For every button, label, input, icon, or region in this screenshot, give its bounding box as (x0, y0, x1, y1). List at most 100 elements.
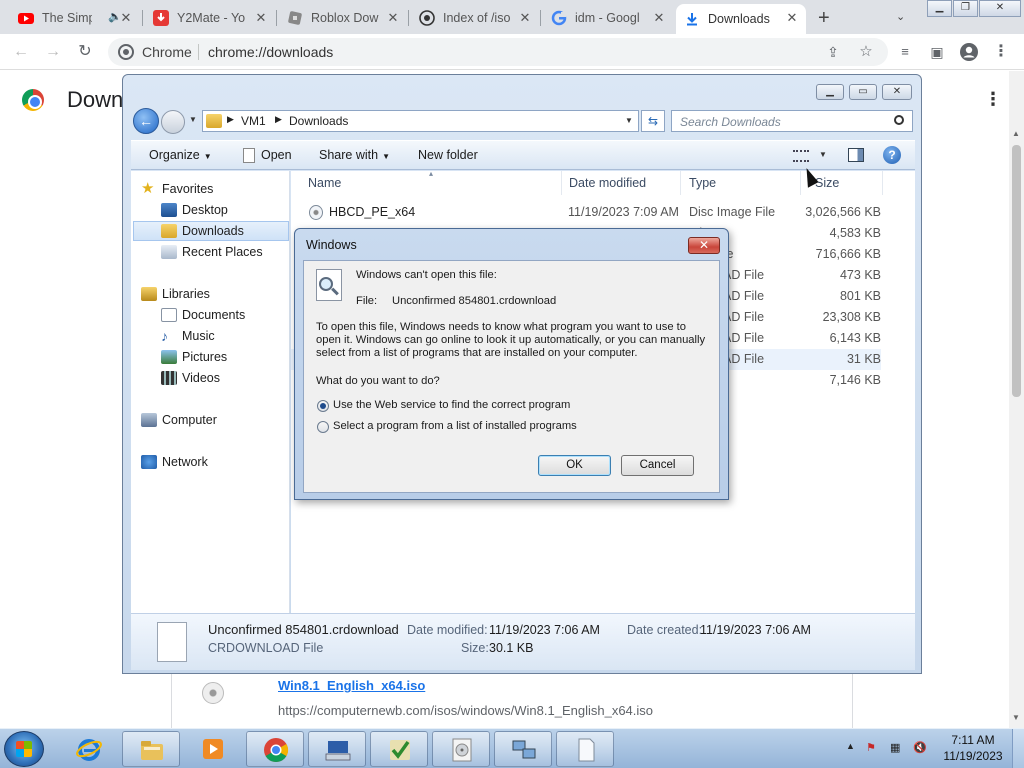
cancel-button[interactable]: Cancel (621, 455, 694, 476)
explorer-refresh-icon[interactable]: ⇆ (641, 110, 665, 132)
tab-close-icon[interactable]: ✕ (784, 10, 800, 26)
nav-computer[interactable]: Computer (141, 410, 297, 430)
nav-libraries[interactable]: Libraries (141, 284, 297, 304)
nav-favorites[interactable]: ★ Favorites (141, 179, 297, 199)
page-scrollbar[interactable]: ▲ ▼ (1009, 71, 1024, 728)
downloads-folder-icon (161, 224, 177, 238)
view-options-icon[interactable] (793, 150, 809, 162)
tab-search-chevron-icon[interactable]: ⌄ (896, 10, 905, 23)
tab-y2mate[interactable]: Y2Mate - Yo ✕ (145, 4, 275, 32)
taskbar-blank-file[interactable] (556, 731, 614, 767)
explorer-forward-button[interactable] (161, 110, 185, 134)
network-status-icon[interactable]: ▦ (890, 741, 900, 754)
forward-arrow-icon[interactable]: → (42, 41, 64, 63)
address-dropdown-icon[interactable]: ▼ (625, 116, 633, 125)
taskbar-checklist-app[interactable] (370, 731, 428, 767)
show-hidden-icons-chevron-icon[interactable]: ▲ (846, 741, 855, 751)
tab-google-search[interactable]: idm - Googl ✕ (543, 4, 673, 32)
volume-muted-icon[interactable]: 🔇 (913, 741, 927, 754)
download-source-url[interactable]: https://computernewb.com/isos/windows/Wi… (278, 703, 653, 718)
scrollbar-thumb[interactable] (1012, 145, 1021, 397)
new-folder-button[interactable]: New folder (418, 148, 478, 162)
scroll-up-arrow-icon[interactable]: ▲ (1012, 129, 1020, 138)
radio-installed-programs[interactable] (317, 421, 329, 433)
search-icon[interactable] (894, 115, 904, 125)
tab-roblox[interactable]: Roblox Dow ✕ (279, 4, 407, 32)
tab-youtube[interactable]: The Simp 🔈 ✕ (10, 4, 140, 32)
open-button[interactable]: Open (261, 148, 292, 162)
tab-close-icon[interactable]: ✕ (118, 10, 134, 26)
file-row[interactable]: HBCD_PE_x64 11/19/2023 7:09 AM Disc Imag… (291, 202, 881, 223)
tab-downloads[interactable]: Downloads ✕ (676, 4, 806, 34)
new-tab-button[interactable]: + (818, 7, 830, 30)
breadcrumb-chevron-icon[interactable]: ▶ (227, 114, 234, 125)
chrome-minimize-button[interactable]: ▁ (927, 0, 952, 17)
url-text[interactable]: chrome://downloads (208, 44, 333, 60)
tab-close-icon[interactable]: ✕ (385, 10, 401, 26)
taskbar-network-app[interactable] (494, 731, 552, 767)
file-search-icon (316, 269, 342, 301)
chrome-close-button[interactable]: ✕ (979, 0, 1021, 17)
computer-icon (141, 413, 157, 427)
tab-index-of-iso[interactable]: Index of /iso ✕ (411, 4, 539, 32)
reload-icon[interactable]: ↻ (74, 41, 96, 63)
start-button[interactable] (4, 731, 44, 767)
bookmark-star-icon[interactable]: ☆ (855, 41, 877, 63)
tab-title: The Simp (42, 11, 92, 25)
profile-avatar-icon[interactable] (958, 41, 980, 63)
tab-close-icon[interactable]: ✕ (253, 10, 269, 26)
share-with-button[interactable]: Share with ▼ (319, 148, 390, 162)
downloads-menu-icon[interactable]: ⋮ (984, 89, 1002, 110)
help-icon[interactable]: ? (883, 146, 901, 164)
download-icon (687, 13, 697, 26)
libraries-icon (141, 287, 157, 301)
radio-web-service[interactable] (317, 400, 329, 412)
chrome-maximize-button[interactable]: ❐ (953, 0, 978, 17)
share-icon[interactable]: ⇪ (822, 41, 844, 63)
explorer-address-bar[interactable]: ▶ VM1 ▶ Downloads ▼ (202, 110, 639, 132)
view-dropdown-icon[interactable]: ▼ (819, 150, 827, 159)
explorer-close-button[interactable]: ✕ (882, 84, 912, 100)
dialog-close-button[interactable]: ✕ (688, 237, 720, 254)
breadcrumb-vm1[interactable]: VM1 (241, 114, 266, 128)
youtube-icon (18, 13, 34, 24)
nav-downloads[interactable]: Downloads (133, 221, 289, 241)
tab-title: Index of /iso (443, 11, 511, 25)
column-header-type[interactable]: Type (681, 171, 801, 195)
nav-network[interactable]: Network (141, 452, 297, 472)
taskbar-internet-explorer[interactable] (60, 731, 118, 767)
chrome-menu-icon[interactable]: ⋮ (990, 41, 1012, 63)
option-web-service-label[interactable]: Use the Web service to find the correct … (333, 399, 570, 411)
tab-close-icon[interactable]: ✕ (517, 10, 533, 26)
side-panel-icon[interactable]: ▣ (926, 41, 948, 63)
explorer-search-box[interactable]: Search Downloads (671, 110, 913, 132)
organize-button[interactable]: Organize ▼ (149, 148, 212, 162)
explorer-minimize-button[interactable]: ▁ (816, 84, 844, 100)
index-icon (419, 10, 435, 26)
taskbar-keyboard-app[interactable] (308, 731, 366, 767)
tab-close-icon[interactable]: ✕ (651, 10, 667, 26)
column-header-date[interactable]: Date modified (561, 171, 681, 195)
taskbar-chrome[interactable] (246, 731, 304, 767)
explorer-maximize-button[interactable]: ▭ (849, 84, 877, 100)
address-bar[interactable]: Chrome chrome://downloads (108, 38, 888, 66)
reading-list-icon[interactable]: ≡ (894, 41, 916, 63)
scroll-down-arrow-icon[interactable]: ▼ (1012, 713, 1020, 722)
taskbar-disc-app[interactable] (432, 731, 490, 767)
recent-pages-dropdown-icon[interactable]: ▼ (189, 115, 197, 124)
action-center-flag-icon[interactable]: ⚑ (866, 741, 876, 754)
back-arrow-icon[interactable]: ← (10, 41, 32, 63)
preview-pane-icon[interactable] (848, 148, 864, 162)
show-desktop-button[interactable] (1012, 729, 1024, 768)
breadcrumb-downloads[interactable]: Downloads (289, 114, 348, 128)
ok-button[interactable]: OK (538, 455, 611, 476)
music-note-icon: ♪ (161, 328, 168, 344)
breadcrumb-chevron-icon[interactable]: ▶ (275, 114, 282, 125)
system-clock[interactable]: 7:11 AM 11/19/2023 (938, 732, 1008, 764)
explorer-back-button[interactable]: ← (133, 108, 159, 134)
taskbar-explorer[interactable] (122, 731, 180, 767)
option-installed-programs-label[interactable]: Select a program from a list of installe… (333, 420, 577, 432)
explorer-command-bar: Organize ▼ Open Share with ▼ New folder ▼ … (131, 140, 915, 170)
download-file-link[interactable]: Win8.1_English_x64.iso (278, 678, 425, 693)
taskbar-media-player[interactable] (184, 731, 242, 767)
